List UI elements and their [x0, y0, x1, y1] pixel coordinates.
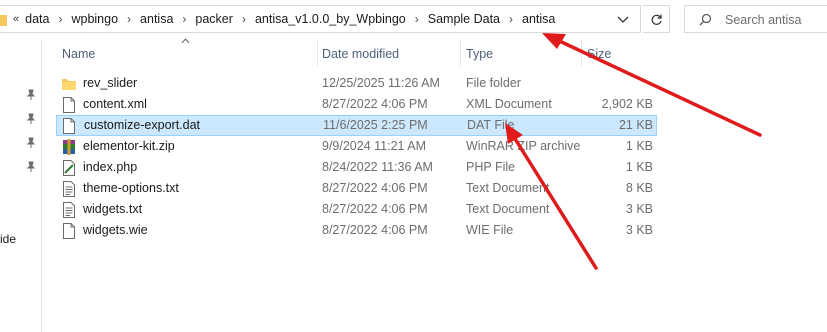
file-size: 1 KB [625, 160, 653, 174]
file-type: Text Document [466, 202, 550, 216]
file-type: Text Document [466, 181, 550, 195]
file-type: WinRAR ZIP archive [466, 139, 581, 153]
winrar-icon [63, 139, 75, 155]
file-date: 8/27/2022 4:06 PM [322, 181, 428, 195]
breadcrumb-item-current[interactable]: antisa [522, 12, 555, 26]
chevron-down-icon[interactable] [617, 14, 629, 24]
file-name: widgets.txt [83, 202, 143, 216]
file-icon [63, 118, 75, 134]
folder-icon [0, 15, 7, 26]
column-header-row: Name Date modified Type Size [56, 40, 657, 69]
file-icon [63, 97, 75, 113]
file-date: 12/25/2025 11:26 AM [322, 76, 440, 90]
file-name: rev_slider [83, 76, 138, 90]
file-size: 1 KB [625, 139, 653, 153]
file-size: 8 KB [625, 181, 653, 195]
file-size: 2,902 KB [601, 97, 653, 111]
file-size: 21 KB [618, 118, 653, 132]
column-divider[interactable] [581, 40, 582, 66]
text-file-icon [63, 202, 75, 218]
pin-icon[interactable] [26, 113, 36, 125]
breadcrumb-item[interactable]: antisa_v1.0.0_by_Wpbingo [255, 12, 406, 26]
file-size: 3 KB [625, 202, 653, 216]
file-name: theme-options.txt [83, 181, 179, 195]
file-date: 8/24/2022 11:36 AM [322, 160, 433, 174]
file-date: 8/27/2022 4:06 PM [322, 97, 428, 111]
chevron-right-icon[interactable]: › [182, 12, 186, 26]
file-icon [63, 223, 75, 239]
file-row[interactable]: widgets.wie 8/27/2022 4:06 PM WIE File 3… [56, 220, 657, 241]
chevron-right-icon[interactable]: › [242, 12, 246, 26]
chevron-right-icon[interactable]: › [415, 12, 419, 26]
column-header-name[interactable]: Name [62, 47, 95, 61]
chevron-right-icon[interactable]: › [509, 12, 513, 26]
column-header-type[interactable]: Type [466, 47, 493, 61]
text-file-icon [63, 181, 75, 197]
file-type: PHP File [466, 160, 516, 174]
pin-icon[interactable] [26, 161, 36, 173]
file-row[interactable]: rev_slider 12/25/2025 11:26 AM File fold… [56, 73, 657, 94]
column-divider[interactable] [460, 40, 461, 66]
breadcrumb: « data › wpbingo › antisa › packer › ant… [13, 6, 555, 32]
file-row[interactable]: index.php 8/24/2022 11:36 AM PHP File 1 … [56, 157, 657, 178]
file-date: 8/27/2022 4:06 PM [322, 223, 428, 237]
file-row[interactable]: widgets.txt 8/27/2022 4:06 PM Text Docum… [56, 199, 657, 220]
pin-icon[interactable] [26, 89, 36, 101]
search-box[interactable]: Search antisa [684, 5, 827, 33]
file-type: DAT File [467, 118, 515, 132]
file-name: widgets.wie [83, 223, 148, 237]
nav-pane-divider[interactable] [41, 40, 42, 332]
file-row[interactable]: content.xml 8/27/2022 4:06 PM XML Docume… [56, 94, 657, 115]
folder-icon [62, 79, 76, 90]
nav-item-label[interactable]: ide [0, 232, 16, 246]
file-type: XML Document [466, 97, 552, 111]
breadcrumb-item[interactable]: Sample Data [428, 12, 500, 26]
column-header-size[interactable]: Size [587, 47, 611, 61]
column-header-date[interactable]: Date modified [322, 47, 399, 61]
file-name: index.php [83, 160, 138, 174]
pin-icon[interactable] [26, 137, 36, 149]
file-name: content.xml [83, 97, 147, 111]
breadcrumb-item[interactable]: packer [195, 12, 233, 26]
file-date: 9/9/2024 11:21 AM [322, 139, 427, 153]
file-type: File folder [466, 76, 521, 90]
file-row-selected[interactable]: customize-export.dat 11/6/2025 2:25 PM D… [56, 115, 657, 136]
search-placeholder: Search antisa [725, 13, 802, 27]
column-divider[interactable] [317, 40, 318, 66]
file-size: 3 KB [625, 223, 653, 237]
refresh-icon [651, 14, 662, 25]
file-date: 11/6/2025 2:25 PM [323, 118, 428, 132]
breadcrumb-overflow[interactable]: « [13, 13, 19, 25]
breadcrumb-item[interactable]: wpbingo [71, 12, 118, 26]
address-bar[interactable]: « data › wpbingo › antisa › packer › ant… [0, 5, 641, 33]
breadcrumb-item[interactable]: data [25, 12, 49, 26]
chevron-right-icon[interactable]: › [127, 12, 131, 26]
php-file-icon [63, 160, 75, 176]
breadcrumb-item[interactable]: antisa [140, 12, 173, 26]
file-name: elementor-kit.zip [83, 139, 175, 153]
file-date: 8/27/2022 4:06 PM [322, 202, 428, 216]
file-row[interactable]: theme-options.txt 8/27/2022 4:06 PM Text… [56, 178, 657, 199]
refresh-button[interactable] [643, 5, 670, 33]
file-name: customize-export.dat [84, 118, 201, 132]
chevron-right-icon[interactable]: › [58, 12, 62, 26]
search-icon [699, 13, 712, 26]
file-row[interactable]: elementor-kit.zip 9/9/2024 11:21 AM WinR… [56, 136, 657, 157]
file-type: WIE File [466, 223, 514, 237]
